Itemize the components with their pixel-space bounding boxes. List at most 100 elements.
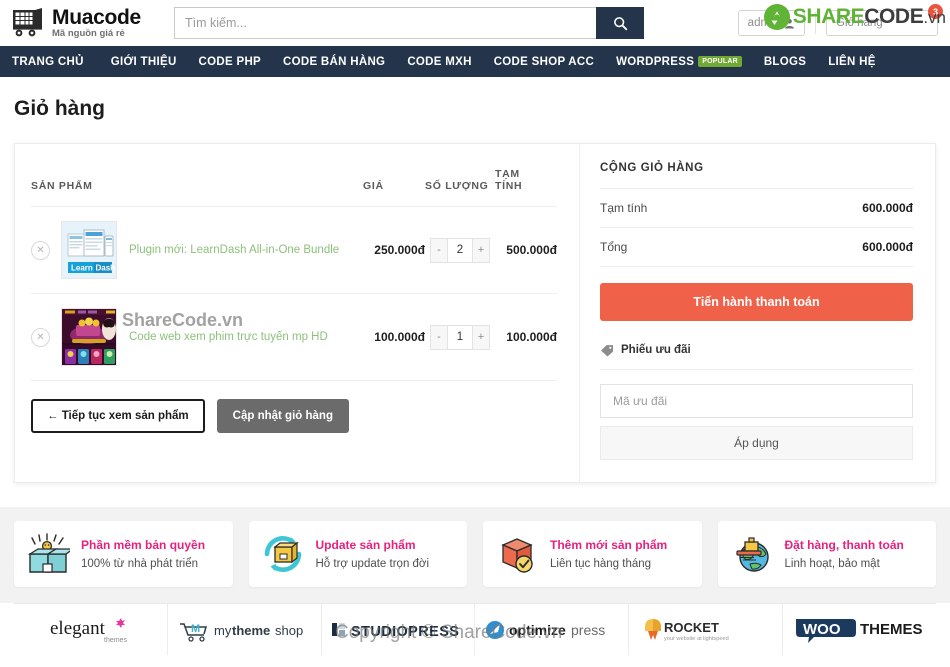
remove-item-icon[interactable]: ✕ [31, 327, 50, 347]
quantity-value[interactable]: 2 [447, 238, 473, 262]
partner-woothemes[interactable]: WOO THEMES [783, 604, 936, 655]
svg-text:shop: shop [275, 623, 303, 638]
nav-label: CODE PHP [198, 55, 262, 68]
nav-label: LIÊN HỆ [828, 55, 876, 68]
col-product: SẢN PHẨM [31, 162, 363, 208]
nav-item-code-mxh[interactable]: CODE MXH [396, 46, 482, 77]
svg-text:press: press [571, 622, 605, 638]
product-name-link[interactable]: Plugin mới: LearnDash All-in-One Bundle [129, 242, 363, 259]
main-navigation: TRANG CHỦ GIỚI THIỆU CODE PHP CODE BÁN H… [0, 46, 950, 77]
coupon-title: Phiếu ưu đãi [621, 344, 691, 356]
site-logo[interactable]: Muacode Mã nguồn giá rẻ [12, 7, 162, 39]
feature-card-update: Update sản phẩm Hỗ trợ update trọn đời [248, 521, 467, 587]
col-price: GIÁ [363, 162, 425, 208]
totals-label: Tổng [600, 240, 628, 254]
cart-button[interactable]: Giỏ hàng 3 [826, 4, 943, 36]
gift-box-icon [26, 532, 76, 576]
cell-quantity: - 2 + [425, 206, 495, 295]
nav-label: WORDPRESS [616, 55, 695, 68]
cell-price: 250.000đ [363, 206, 425, 295]
search-form [174, 7, 644, 39]
svg-text:THEMES: THEMES [860, 621, 923, 638]
svg-text:themes: themes [104, 637, 127, 644]
shopping-cart-icon [12, 8, 46, 38]
cell-price: 100.000đ [363, 293, 425, 382]
user-icon [785, 18, 794, 29]
game-product-thumbnail[interactable] [61, 308, 117, 367]
svg-text:optimize: optimize [509, 622, 566, 638]
svg-text:M: M [191, 623, 200, 635]
cart-panel-wrapper: SẢN PHẨM GIÁ SỐ LƯỢNG TẠM TÍNH ✕ Learn D… [0, 121, 950, 483]
totals-row-subtotal: Tạm tính 600.000đ [600, 189, 913, 228]
cell-thumbnail [61, 293, 129, 382]
quantity-stepper[interactable]: - 2 + [430, 237, 490, 263]
nav-item-code-php[interactable]: CODE PHP [188, 46, 272, 77]
tag-icon [601, 345, 613, 357]
feature-title: Thêm mới sản phẩm [550, 538, 668, 553]
coupon-input[interactable] [600, 384, 913, 418]
nav-item-trang-chu[interactable]: TRANG CHỦ [12, 46, 100, 77]
feature-subtitle: Linh hoạt, bảo mật [784, 557, 880, 570]
partner-optimizepress[interactable]: optimize press [475, 604, 630, 655]
cart-table: SẢN PHẨM GIÁ SỐ LƯỢNG TẠM TÍNH ✕ Learn D… [31, 162, 557, 382]
svg-text:my: my [214, 623, 232, 638]
partner-wp-rocket[interactable]: ROCKET your website at lightspeed [629, 604, 784, 655]
nav-label: BLOGS [763, 55, 807, 68]
search-input[interactable] [174, 7, 596, 39]
svg-text:WOO: WOO [803, 621, 841, 638]
checkout-button[interactable]: Tiến hành thanh toán [600, 283, 913, 321]
feature-title: Update sản phẩm [315, 538, 416, 553]
nav-item-lien-he[interactable]: LIÊN HỆ [817, 46, 886, 77]
update-cart-button[interactable]: Cập nhật giỏ hàng [216, 399, 349, 434]
quantity-decrease-button[interactable]: - [431, 325, 447, 349]
remove-item-icon[interactable]: ✕ [31, 240, 50, 260]
cart-label: Giỏ hàng [836, 17, 883, 29]
cell-product-name: Code web xem phim trực tuyến mp HD [129, 293, 363, 382]
logo-tagline: Mã nguồn giá rẻ [52, 28, 125, 40]
nav-label: CODE SHOP ACC [493, 55, 595, 68]
search-button[interactable] [596, 7, 644, 39]
table-row: ✕ [31, 293, 557, 382]
totals-row-total: Tổng 600.000đ [600, 228, 913, 267]
product-name-link[interactable]: Code web xem phim trực tuyến mp HD [129, 329, 363, 346]
totals-title: CỘNG GIỎ HÀNG [600, 162, 913, 189]
search-icon [613, 16, 627, 30]
feature-title: Đặt hàng, thanh toán [784, 538, 904, 553]
quantity-increase-button[interactable]: + [473, 325, 489, 349]
cell-thumbnail: Learn Dash [61, 206, 129, 295]
totals-value: 600.000đ [862, 201, 913, 215]
learndash-product-thumbnail[interactable]: Learn Dash [61, 221, 117, 280]
account-button[interactable]: admin [737, 10, 805, 36]
partner-mythemeshop[interactable]: M my theme shop [168, 604, 322, 655]
col-quantity: SỐ LƯỢNG [425, 162, 495, 208]
partner-studiopress[interactable]: STUDIOPRESS [322, 604, 476, 655]
nav-item-code-shop-acc[interactable]: CODE SHOP ACC [483, 46, 605, 77]
quantity-decrease-button[interactable]: - [431, 238, 447, 262]
apply-coupon-button[interactable]: Áp dụng [600, 426, 913, 460]
cell-quantity: - 1 + [425, 293, 495, 382]
feature-title: Phần mềm bản quyền [81, 538, 206, 553]
quantity-stepper[interactable]: - 1 + [430, 324, 490, 350]
nav-item-code-ban-hang[interactable]: CODE BÁN HÀNG [272, 46, 396, 77]
nav-label: CODE BÁN HÀNG [283, 55, 386, 68]
continue-shopping-button[interactable]: ← Tiếp tục xem sản phẩm [31, 399, 205, 434]
account-label: admin [747, 17, 779, 29]
feature-subtitle: Hỗ trợ update trọn đời [315, 557, 430, 570]
cell-subtotal: 100.000đ [495, 293, 557, 382]
nav-label: GIỚI THIỆU [110, 55, 177, 68]
cart-action-buttons: ← Tiếp tục xem sản phẩm Cập nhật giỏ hàn… [31, 399, 557, 434]
col-subtotal: TẠM TÍNH [495, 162, 557, 208]
nav-item-gioi-thieu[interactable]: GIỚI THIỆU [100, 46, 188, 77]
nav-item-blogs[interactable]: BLOGS [753, 46, 817, 77]
partner-logos: elegant themes M my theme shop STUDIOPRE… [14, 603, 936, 655]
col-subtotal-line1: TẠM [495, 168, 520, 180]
nav-item-wordpress[interactable]: WORDPRESS POPULAR [605, 46, 753, 77]
quantity-value[interactable]: 1 [447, 325, 473, 349]
feature-subtitle: 100% từ nhà phát triển [81, 557, 199, 570]
partner-elegant-themes[interactable]: elegant themes [14, 604, 168, 655]
features-band: Phần mềm bản quyền 100% từ nhà phát triể… [0, 507, 950, 603]
svg-text:STUDIOPRESS: STUDIOPRESS [351, 624, 459, 640]
totals-value: 600.000đ [862, 240, 913, 254]
cell-remove: ✕ [31, 206, 61, 295]
quantity-increase-button[interactable]: + [473, 238, 489, 262]
